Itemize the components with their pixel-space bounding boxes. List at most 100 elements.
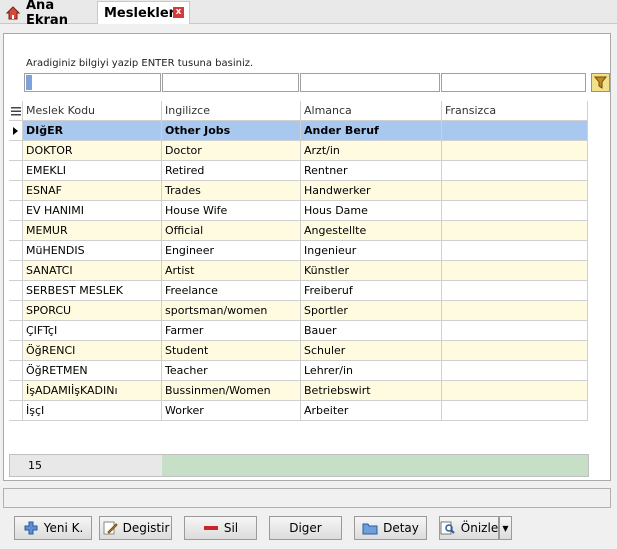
table-cell: İşçI — [23, 401, 162, 421]
grid-footer: 15 — [9, 454, 589, 477]
filter-input-ingilizce[interactable] — [162, 73, 299, 92]
close-tab-icon[interactable]: x — [173, 7, 184, 18]
column-header[interactable]: Meslek Kodu — [23, 101, 162, 121]
table-cell: SERBEST MESLEK — [23, 281, 162, 301]
table-row[interactable]: MüHENDIS Engineer Ingenieur — [9, 241, 589, 261]
table-cell: Trades — [162, 181, 301, 201]
row-indicator — [9, 141, 23, 161]
new-button-label: Yeni K. — [43, 521, 84, 535]
filter-input-meslek-kodu[interactable] — [24, 73, 161, 92]
tab-home[interactable]: Ana Ekran — [2, 0, 96, 28]
row-indicator — [9, 381, 23, 401]
row-indicator — [9, 181, 23, 201]
column-header[interactable]: Ingilizce — [162, 101, 301, 121]
table-row[interactable]: SERBEST MESLEK Freelance Freiberuf — [9, 281, 589, 301]
table-cell — [442, 261, 588, 281]
filter-input-fransizca[interactable] — [441, 73, 586, 92]
table-cell: MEMUR — [23, 221, 162, 241]
table-cell: Lehrer/in — [301, 361, 442, 381]
table-row[interactable]: İşADAMIİşKADINı Bussinmen/Women Betriebswi… — [9, 381, 589, 401]
column-header[interactable]: Almanca — [301, 101, 442, 121]
table-cell: Ingenieur — [301, 241, 442, 261]
table-cell: SPORCU — [23, 301, 162, 321]
detail-button-label: Detay — [383, 521, 419, 535]
table-cell: ÖğRENCI — [23, 341, 162, 361]
table-cell: EMEKLI — [23, 161, 162, 181]
table-cell: Teacher — [162, 361, 301, 381]
table-cell: Schuler — [301, 341, 442, 361]
row-indicator — [9, 281, 23, 301]
detail-button[interactable]: Detay — [354, 516, 427, 540]
tab-bar: Ana Ekran Meslekler x — [0, 0, 617, 28]
preview-button[interactable]: Önizle — [439, 516, 499, 540]
column-header[interactable]: Fransizca — [442, 101, 588, 121]
filter-icon[interactable] — [591, 73, 610, 92]
table-cell: SANATCI — [23, 261, 162, 281]
edit-button-label: Degistir — [122, 521, 170, 535]
table-row[interactable]: DIğER Other Jobs Ander Beruf — [9, 121, 589, 141]
other-button[interactable]: Diger — [269, 516, 342, 540]
table-cell: Ander Beruf — [301, 121, 442, 141]
table-cell: Doctor — [162, 141, 301, 161]
tab-meslekler[interactable]: Meslekler x — [97, 1, 190, 24]
table-cell: Handwerker — [301, 181, 442, 201]
row-indicator — [9, 341, 23, 361]
table-row[interactable]: ÖğRETMEN Teacher Lehrer/in — [9, 361, 589, 381]
row-indicator — [9, 161, 23, 181]
table-row[interactable]: ÇIFTçI Farmer Bauer — [9, 321, 589, 341]
table-cell: Betriebswirt — [301, 381, 442, 401]
table-cell: DIğER — [23, 121, 162, 141]
tab-home-label: Ana Ekran — [26, 0, 68, 28]
table-cell: Worker — [162, 401, 301, 421]
table-cell: İşADAMIİşKADINı — [23, 381, 162, 401]
folder-icon — [362, 521, 378, 535]
table-cell — [442, 221, 588, 241]
table-row[interactable]: EV HANIMI House Wife Hous Dame — [9, 201, 589, 221]
table-cell: sportsman/women — [162, 301, 301, 321]
table-cell: Bussinmen/Women — [162, 381, 301, 401]
new-button[interactable]: Yeni K. — [14, 516, 92, 540]
table-cell: House Wife — [162, 201, 301, 221]
current-row-indicator-icon — [9, 121, 23, 141]
main-panel: Aradiginiz bilgiyi yazip ENTER tusuna ba… — [3, 33, 611, 481]
table-row[interactable]: SANATCI Artist Künstler — [9, 261, 589, 281]
filter-input-almanca[interactable] — [300, 73, 440, 92]
table-row[interactable]: ÖğRENCI Student Schuler — [9, 341, 589, 361]
table-row[interactable]: DOKTOR Doctor Arzt/in — [9, 141, 589, 161]
edit-icon — [102, 521, 118, 535]
delete-button[interactable]: Sil — [184, 516, 257, 540]
table-cell: Angestellte — [301, 221, 442, 241]
table-cell — [442, 401, 588, 421]
table-cell: Rentner — [301, 161, 442, 181]
table-row[interactable]: İşçI Worker Arbeiter — [9, 401, 589, 421]
chevron-down-icon: ▼ — [502, 523, 509, 533]
preview-button-label: Önizle — [460, 521, 499, 535]
table-cell — [442, 281, 588, 301]
table-cell: DOKTOR — [23, 141, 162, 161]
table-cell — [442, 201, 588, 221]
table-cell: ÇIFTçI — [23, 321, 162, 341]
table-cell — [442, 141, 588, 161]
row-indicator — [9, 241, 23, 261]
column-chooser-icon[interactable] — [9, 101, 23, 121]
table-row[interactable]: EMEKLI Retired Rentner — [9, 161, 589, 181]
table-row[interactable]: ESNAF Trades Handwerker — [9, 181, 589, 201]
row-indicator — [9, 301, 23, 321]
table-cell: Freelance — [162, 281, 301, 301]
preview-icon — [440, 521, 456, 535]
table-cell: Artist — [162, 261, 301, 281]
table-cell — [442, 121, 588, 141]
row-indicator — [9, 201, 23, 221]
preview-dropdown[interactable]: ▼ — [499, 516, 512, 540]
edit-button[interactable]: Degistir — [99, 516, 172, 540]
table-cell: Official — [162, 221, 301, 241]
table-row[interactable]: SPORCU sportsman/women Sportler — [9, 301, 589, 321]
table-row[interactable]: MEMUR Official Angestellte — [9, 221, 589, 241]
row-indicator — [9, 221, 23, 241]
table-cell: Farmer — [162, 321, 301, 341]
minus-icon — [203, 521, 219, 535]
table-cell: ÖğRETMEN — [23, 361, 162, 381]
table-header-row[interactable]: Meslek Kodu Ingilizce Almanca Fransizca — [9, 101, 589, 121]
table-cell — [442, 161, 588, 181]
home-icon — [5, 5, 21, 20]
